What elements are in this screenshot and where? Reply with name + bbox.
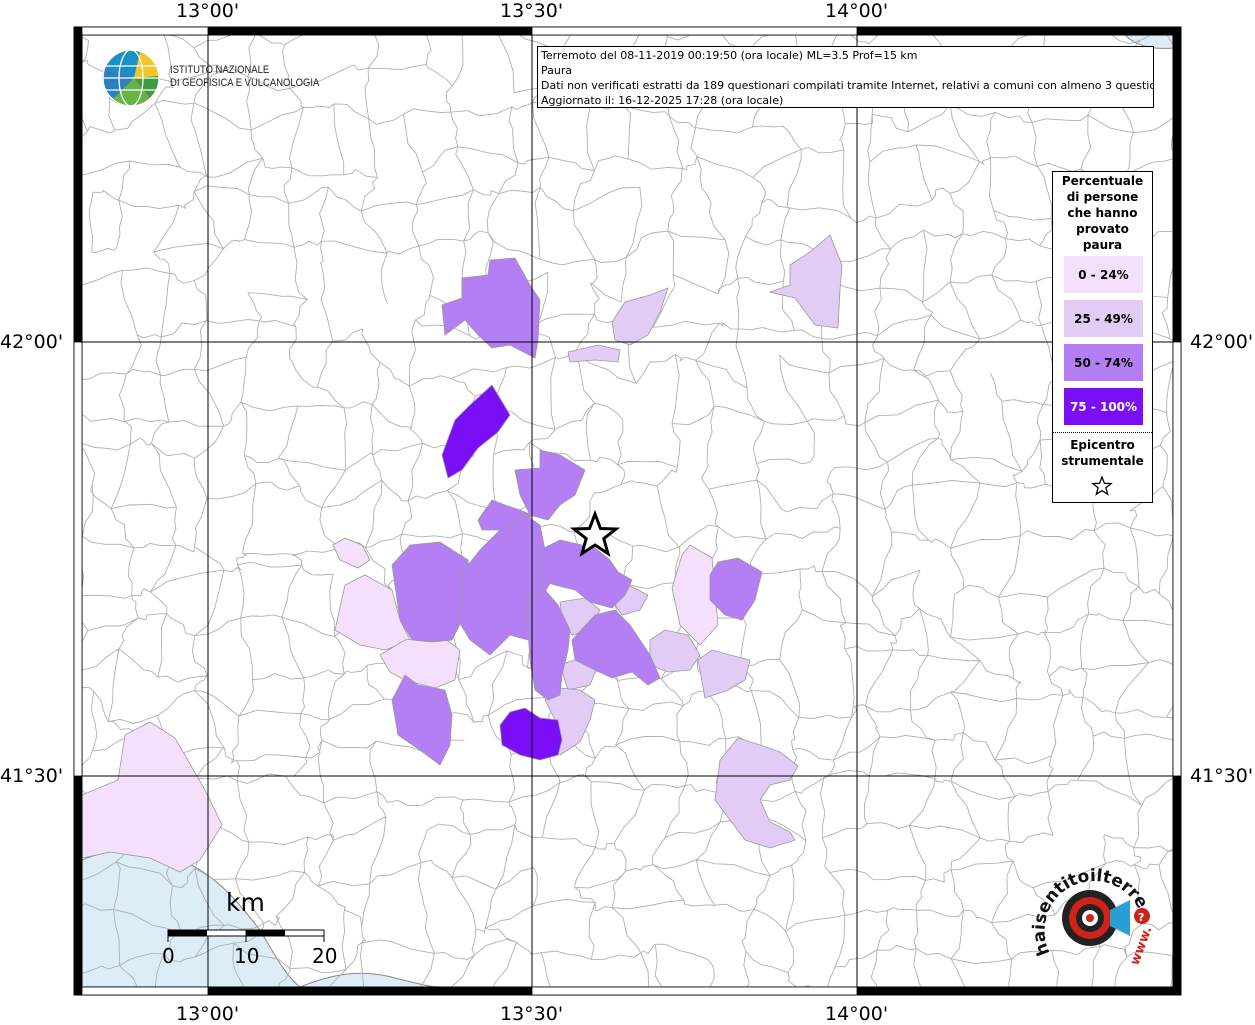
info-earthquake-line: Terremoto del 08-11-2019 00:19:50 (ora l… (541, 49, 918, 62)
svg-text:www.: www. (1128, 925, 1156, 968)
legend-star-icon (1091, 475, 1113, 496)
ingv-globe-logo (102, 49, 160, 107)
lon-label-top-13-00: 13°00' (176, 0, 240, 22)
scale-tick-10: 10 (234, 944, 260, 968)
lon-label-bottom-13-30: 13°30' (500, 1003, 564, 1025)
earthquake-info-box: Terremoto del 08-11-2019 00:19:50 (ora l… (537, 46, 1154, 108)
legend-entry-75-100: 75 - 100% (1064, 388, 1143, 425)
lat-label-right-42-00: 42°00' (1190, 331, 1254, 353)
lon-label-top-14-00: 14°00' (825, 0, 889, 22)
info-data-line: Dati non verificati estratti da 189 ques… (541, 79, 1154, 92)
scale-tick-0: 0 (162, 944, 175, 968)
info-updated-line: Aggiornato il: 16-12-2025 17:28 (ora loc… (541, 94, 784, 107)
legend-entry-50-74: 50 - 74% (1064, 344, 1143, 381)
lat-label-left-41-30: 41°30' (0, 765, 64, 787)
ingv-name: ISTITUTO NAZIONALE DI GEOFISICA E VULCAN… (170, 64, 320, 89)
info-type-line: Paura (541, 64, 573, 77)
legend-title: Percentuale di persone che hanno provato… (1061, 174, 1144, 252)
legend-entry-25-49: 25 - 49% (1064, 300, 1143, 337)
legend: Percentuale di persone che hanno provato… (1052, 171, 1153, 503)
legend-entry-0-24: 0 - 24% (1064, 256, 1143, 293)
scale-bar (167, 929, 325, 942)
scale-tick-20: 20 (312, 944, 338, 968)
svg-text:?: ? (1138, 911, 1144, 924)
lon-label-top-13-30: 13°30' (500, 0, 564, 22)
lon-label-bottom-13-00: 13°00' (176, 1003, 240, 1025)
legend-epicenter-label: Epicentro strumentale (1061, 438, 1144, 468)
legend-separator (1053, 432, 1152, 433)
lon-label-bottom-14-00: 14°00' (825, 1003, 889, 1025)
haisentitoilterremoto-logo: haisentitoilterremoto.it ? www. (1030, 858, 1156, 968)
lat-label-left-42-00: 42°00' (0, 331, 64, 353)
lat-label-right-41-30: 41°30' (1190, 765, 1254, 787)
